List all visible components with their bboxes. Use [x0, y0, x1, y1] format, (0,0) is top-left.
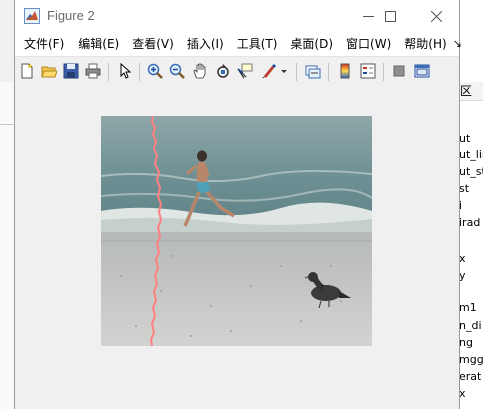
background-variable: ut_lin [459, 148, 483, 161]
colorbar-button[interactable] [336, 62, 354, 80]
background-variable: y [459, 269, 466, 282]
maximize-icon [384, 10, 396, 22]
close-button[interactable] [413, 0, 459, 32]
save-button[interactable] [62, 62, 80, 80]
menu-insert[interactable]: 插入(I) [174, 32, 224, 56]
data-cursor-icon [237, 63, 253, 79]
maximize-button[interactable] [367, 0, 413, 32]
brush-dropdown-icon [281, 70, 287, 73]
link-plot-button[interactable] [304, 62, 322, 80]
background-workspace-panel: 区 ut ut_lin ut_st st i irad x y m1 n_di … [459, 0, 483, 409]
zoom-in-icon [147, 63, 163, 79]
background-variable: st [459, 182, 470, 195]
title-bar[interactable]: Figure 2 [15, 0, 459, 32]
figure-canvas[interactable] [15, 87, 459, 409]
brush-icon [262, 64, 276, 78]
menu-window[interactable]: 窗口(W) [333, 32, 391, 56]
menu-view[interactable]: 查看(V) [119, 32, 174, 56]
pan-button[interactable] [191, 62, 209, 80]
link-plot-icon [305, 65, 321, 79]
menu-desktop[interactable]: 桌面(D) [277, 32, 333, 56]
new-figure-icon [21, 63, 33, 79]
figure-toolbar [15, 56, 459, 88]
menu-edit[interactable]: 编辑(E) [64, 32, 119, 56]
background-variable: irad [459, 216, 481, 229]
menu-file[interactable]: 文件(F) [15, 32, 64, 56]
matlab-icon [24, 8, 40, 24]
background-variable: ut_st [459, 165, 483, 178]
background-variable: ut [459, 132, 471, 145]
beach-photo-image [101, 116, 372, 346]
background-variable: mgg [459, 353, 483, 366]
show-plot-tools-icon [414, 64, 430, 78]
menu-tools[interactable]: 工具(T) [224, 32, 278, 56]
print-icon [85, 63, 101, 79]
background-variable: erat [459, 370, 482, 383]
new-figure-button[interactable] [18, 62, 36, 80]
menu-bar: 文件(F) 编辑(E) 查看(V) 插入(I) 工具(T) 桌面(D) 窗口(W… [15, 32, 462, 56]
select-button[interactable] [116, 62, 134, 80]
background-variable: x [459, 387, 466, 400]
window-title: Figure 2 [47, 8, 95, 23]
legend-button[interactable] [359, 62, 377, 80]
background-variable: i [459, 199, 463, 212]
background-variable: ng [459, 336, 473, 349]
data-cursor-button[interactable] [236, 62, 254, 80]
brush-button[interactable] [260, 62, 278, 80]
show-plot-tools-button[interactable] [413, 62, 431, 80]
rotate-3d-icon [217, 64, 229, 78]
open-file-icon [41, 66, 57, 78]
hide-plot-tools-button[interactable] [390, 62, 408, 80]
background-variable: n_di [459, 319, 482, 332]
background-panel-header: 区 [459, 82, 483, 101]
zoom-out-button[interactable] [168, 62, 186, 80]
rotate-3d-button[interactable] [214, 62, 232, 80]
pan-hand-icon [193, 63, 206, 79]
save-icon [63, 63, 79, 79]
menu-overflow-icon[interactable]: ↘ [447, 32, 462, 56]
print-button[interactable] [84, 62, 102, 80]
close-icon [430, 10, 442, 22]
hide-plot-tools-icon [393, 65, 405, 77]
brush-dropdown-button[interactable] [279, 62, 289, 80]
zoom-in-button[interactable] [146, 62, 164, 80]
background-variable: m1 [459, 301, 477, 314]
background-window-edge [0, 82, 14, 409]
menu-help[interactable]: 帮助(H) [391, 32, 446, 56]
legend-icon [360, 63, 376, 79]
figure-window: Figure 2 文件(F) 编辑(E) 查看(V) 插入(I) 工具(T) 桌… [14, 0, 462, 409]
open-file-button[interactable] [40, 62, 58, 80]
background-variable: x [459, 252, 466, 265]
select-arrow-icon [120, 63, 132, 79]
colorbar-icon [340, 63, 350, 79]
zoom-out-icon [169, 63, 185, 79]
